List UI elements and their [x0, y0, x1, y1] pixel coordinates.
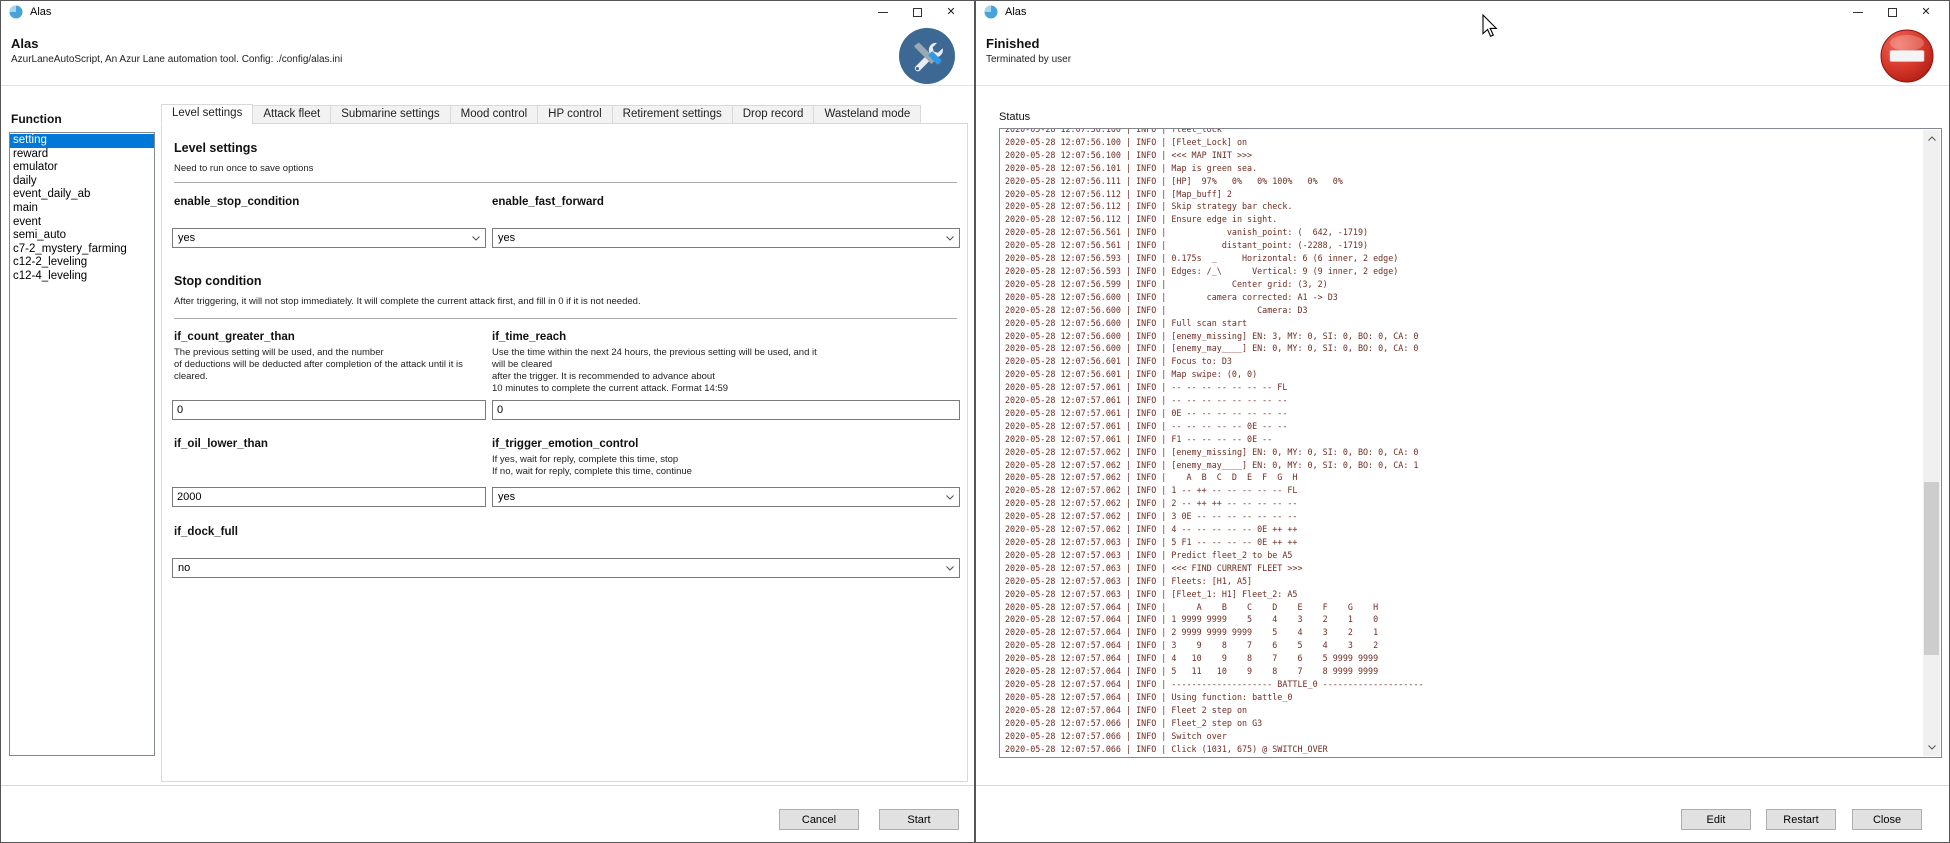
- scroll-down-icon[interactable]: [1923, 739, 1940, 756]
- if-count-greater-than-input[interactable]: [172, 400, 486, 420]
- maximize-button[interactable]: [900, 1, 934, 23]
- scrollbar-thumb[interactable]: [1924, 482, 1939, 655]
- function-list[interactable]: settingrewardemulatordailyevent_daily_ab…: [9, 132, 155, 756]
- function-list-item[interactable]: emulator: [10, 161, 154, 175]
- function-list-item[interactable]: c7-2_mystery_farming: [10, 243, 154, 257]
- if-count-greater-than-label: if_count_greater_than: [174, 331, 295, 343]
- scroll-up-icon[interactable]: [1923, 130, 1940, 147]
- run-status-title: Finished: [986, 36, 1039, 51]
- stop-condition-title: Stop condition: [174, 274, 261, 288]
- log-text: 2020-05-28 12:07:56.100 | INFO | fleet_l…: [1005, 128, 1424, 755]
- function-list-item[interactable]: event: [10, 216, 154, 230]
- if-time-reach-desc: Use the time within the next 24 hours, t…: [492, 347, 962, 395]
- window-title: Alas: [1005, 6, 1026, 18]
- maximize-icon: [913, 8, 922, 17]
- app-icon: [9, 5, 23, 19]
- minimize-button[interactable]: [1841, 1, 1875, 23]
- alas-config-window: Alas ✕ Alas AzurLaneAutoScript, An Azur …: [0, 0, 975, 843]
- chevron-down-icon: [941, 495, 959, 500]
- if-oil-lower-than-label: if_oil_lower_than: [174, 438, 268, 450]
- tab[interactable]: HP control: [538, 105, 612, 124]
- function-list-item[interactable]: main: [10, 202, 154, 216]
- tab[interactable]: Wasteland mode: [814, 105, 921, 124]
- status-label: Status: [999, 111, 1030, 123]
- selected-value: yes: [173, 232, 467, 244]
- selected-value: yes: [493, 491, 941, 503]
- divider: [174, 182, 957, 183]
- function-list-item[interactable]: setting: [10, 134, 154, 148]
- start-button[interactable]: Start: [879, 809, 959, 830]
- if-time-reach-input[interactable]: [492, 400, 960, 420]
- chevron-down-icon: [467, 236, 485, 241]
- selected-value: no: [173, 562, 941, 574]
- log-scrollbar[interactable]: [1923, 130, 1940, 756]
- enable-stop-condition-select[interactable]: yes: [172, 228, 486, 248]
- titlebar[interactable]: Alas ✕: [976, 1, 1949, 23]
- desktop: Alas ✕ Alas AzurLaneAutoScript, An Azur …: [0, 0, 1950, 843]
- minimize-icon: [1853, 12, 1863, 13]
- close-run-button[interactable]: Close: [1852, 809, 1922, 830]
- section-desc: Need to run once to save options: [174, 163, 313, 175]
- if-trigger-emotion-control-label: if_trigger_emotion_control: [492, 438, 638, 450]
- window-controls: ✕: [1841, 1, 1943, 23]
- function-list-item[interactable]: c12-4_leveling: [10, 270, 154, 284]
- edit-button[interactable]: Edit: [1681, 809, 1751, 830]
- tab[interactable]: Level settings: [161, 104, 253, 125]
- footer-divider: [1, 785, 974, 786]
- if-dock-full-select[interactable]: no: [172, 558, 960, 578]
- page-subtitle: AzurLaneAutoScript, An Azur Lane automat…: [11, 54, 342, 65]
- function-list-item[interactable]: c12-2_leveling: [10, 256, 154, 270]
- function-list-item[interactable]: daily: [10, 175, 154, 189]
- level-settings-panel: Level settings Need to run once to save …: [161, 123, 968, 782]
- run-status-subtitle: Terminated by user: [986, 54, 1071, 65]
- enable-fast-forward-select[interactable]: yes: [492, 228, 960, 248]
- if-count-greater-than-desc: The previous setting will be used, and t…: [174, 347, 492, 383]
- if-dock-full-label: if_dock_full: [174, 526, 238, 538]
- if-time-reach-label: if_time_reach: [492, 331, 566, 343]
- chevron-down-icon: [941, 236, 959, 241]
- stop-condition-desc: After triggering, it will not stop immed…: [174, 296, 954, 308]
- tab[interactable]: Retirement settings: [613, 105, 733, 124]
- minimize-button[interactable]: [866, 1, 900, 23]
- app-header: Alas AzurLaneAutoScript, An Azur Lane au…: [1, 23, 974, 86]
- restart-button[interactable]: Restart: [1766, 809, 1836, 830]
- maximize-button[interactable]: [1875, 1, 1909, 23]
- section-title: Level settings: [174, 141, 257, 155]
- selected-value: yes: [493, 232, 941, 244]
- if-trigger-emotion-control-select[interactable]: yes: [492, 487, 960, 507]
- window-controls: ✕: [866, 1, 968, 23]
- tab[interactable]: Mood control: [451, 105, 538, 124]
- function-label: Function: [11, 112, 62, 126]
- close-button[interactable]: ✕: [934, 1, 968, 23]
- alas-log-window: Alas ✕ Finished Terminated by user: [975, 0, 1950, 843]
- tab-bar: Level settingsAttack fleetSubmarine sett…: [161, 105, 921, 124]
- minimize-icon: [878, 12, 888, 13]
- tab[interactable]: Attack fleet: [253, 105, 331, 124]
- if-oil-lower-than-input[interactable]: [172, 487, 486, 507]
- chevron-down-icon: [941, 566, 959, 571]
- function-list-item[interactable]: event_daily_ab: [10, 188, 154, 202]
- app-icon: [984, 5, 998, 19]
- tools-icon: [899, 28, 955, 84]
- page-title: Alas: [11, 36, 38, 51]
- if-trigger-emotion-control-desc: If yes, wait for reply, complete this ti…: [492, 454, 962, 478]
- enable-fast-forward-label: enable_fast_forward: [492, 196, 604, 208]
- close-button[interactable]: ✕: [1909, 1, 1943, 23]
- tab[interactable]: Drop record: [733, 105, 815, 124]
- titlebar[interactable]: Alas ✕: [1, 1, 974, 23]
- function-list-item[interactable]: semi_auto: [10, 229, 154, 243]
- stop-icon: [1879, 28, 1935, 84]
- window-title: Alas: [30, 6, 51, 18]
- app-header: Finished Terminated by user: [976, 23, 1949, 86]
- footer-divider: [976, 785, 1949, 786]
- divider: [174, 318, 957, 319]
- log-output[interactable]: 2020-05-28 12:07:56.100 | INFO | fleet_l…: [999, 128, 1942, 758]
- maximize-icon: [1888, 8, 1897, 17]
- cancel-button[interactable]: Cancel: [779, 809, 859, 830]
- enable-stop-condition-label: enable_stop_condition: [174, 196, 299, 208]
- tab[interactable]: Submarine settings: [331, 105, 450, 124]
- function-list-item[interactable]: reward: [10, 148, 154, 162]
